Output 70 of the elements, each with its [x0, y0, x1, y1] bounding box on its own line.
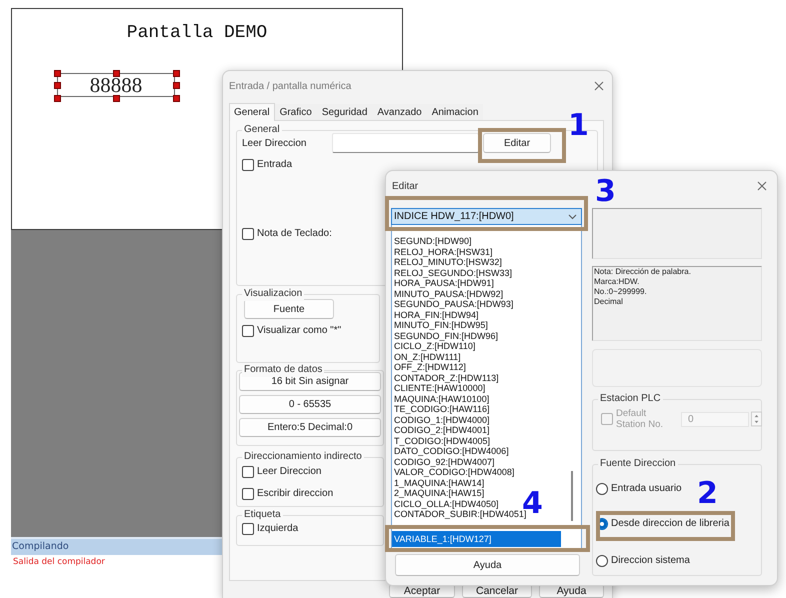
- list-item[interactable]: CODIGO_2:[HDW4001]: [392, 425, 581, 436]
- group-label: Formato de datos: [242, 363, 324, 377]
- address-dropdown[interactable]: INDICE HDW_117:[HDW0]: [391, 208, 582, 225]
- scrollbar-thumb[interactable]: [571, 471, 573, 521]
- list-item[interactable]: MINUTO_PAUSA:[HDW92]: [392, 288, 581, 299]
- annotation-number: 3: [595, 176, 616, 208]
- field-label: Leer Direccion: [242, 138, 308, 148]
- checkbox-label: Entrada: [257, 158, 292, 171]
- dialog-title: Editar: [392, 180, 418, 192]
- checkbox-label: Nota de Teclado:: [257, 227, 332, 240]
- list-item[interactable]: CONTADOR_Z:[HDW113]: [392, 372, 581, 383]
- address-list[interactable]: [391, 225, 582, 551]
- radio-label: Entrada usuario: [611, 482, 682, 495]
- radio-button[interactable]: [596, 554, 608, 566]
- checkbox[interactable]: [242, 158, 254, 170]
- list-item[interactable]: CLIENTE:[HAW10000]: [392, 383, 581, 394]
- help-button[interactable]: Ayuda: [395, 554, 580, 576]
- group-label: Etiqueta: [242, 508, 283, 522]
- list-item[interactable]: MINUTO_FIN:[HDW95]: [392, 320, 581, 330]
- checkbox-label: Default Station No.: [616, 408, 664, 430]
- checkbox-label: Visualizar como "*": [257, 324, 342, 337]
- radio-button[interactable]: [596, 482, 608, 494]
- checkbox[interactable]: [242, 466, 254, 478]
- list-item[interactable]: ON_Z:[HDW111]: [392, 352, 581, 362]
- checkbox-label: Escribir direccion: [257, 487, 334, 500]
- list-item[interactable]: SEGUNDO_FIN:[HDW96]: [392, 330, 581, 341]
- checkbox-label: Leer Direccion: [257, 465, 322, 478]
- address-note: Nota: Dirección de palabra. Marca:HDW. No.:0~299999. Decimal: [592, 266, 762, 341]
- tab[interactable]: General: [229, 103, 275, 121]
- list-item[interactable]: MAQUINA:[HAW10100]: [392, 394, 581, 404]
- list-item[interactable]: HORA_FIN:[HDW94]: [392, 310, 581, 320]
- close-icon[interactable]: [757, 181, 767, 191]
- dialog-title: Entrada / pantalla numérica: [229, 80, 352, 92]
- screen-title: Pantalla DEMO: [126, 22, 268, 44]
- checkbox-label: Izquierda: [257, 522, 298, 535]
- list-item[interactable]: RELOJ_MINUTO:[HSW32]: [392, 257, 581, 268]
- close-icon[interactable]: [594, 81, 604, 91]
- chevron-down-icon: [568, 214, 577, 220]
- checkbox[interactable]: [242, 488, 254, 500]
- radio-label: Direccion sistema: [611, 554, 690, 567]
- list-item[interactable]: T_CODIGO:[HDW4005]: [392, 436, 581, 446]
- list-item[interactable]: RELOJ_HORA:[HSW31]: [392, 246, 581, 257]
- font-button[interactable]: Fuente: [244, 299, 334, 319]
- list-item[interactable]: SEGUND:[HDW90]: [392, 236, 581, 246]
- list-item[interactable]: OFF_Z:[HDW112]: [392, 362, 581, 372]
- list-item[interactable]: DATO_CODIGO:[HDW4006]: [392, 446, 581, 456]
- compiler-message: Salida del compilador: [12, 556, 106, 569]
- address-field[interactable]: [332, 133, 479, 153]
- list-item[interactable]: 1_MAQUINA:[HAW14]: [392, 478, 581, 488]
- checkbox[interactable]: [242, 324, 254, 336]
- list-item[interactable]: CODIGO_1:[HDW4000]: [392, 414, 581, 425]
- list-item[interactable]: VARIABLE_1:[HDW127]: [392, 531, 561, 547]
- edit-button[interactable]: Editar: [483, 133, 551, 153]
- checkbox[interactable]: [242, 522, 254, 534]
- list-item[interactable]: SEGUNDO_PAUSA:[HDW93]: [392, 299, 581, 310]
- annotation-number: 1: [568, 110, 589, 142]
- list-item[interactable]: VALOR_CODIGO:[HDW4008]: [392, 467, 581, 478]
- format-button[interactable]: Entero:5 Decimal:0: [239, 418, 381, 437]
- list-item[interactable]: CICLO_Z:[HDW110]: [392, 341, 581, 352]
- list-item[interactable]: HORA_PAUSA:[HDW91]: [392, 278, 581, 288]
- annotation-number: 2: [697, 478, 718, 510]
- spin-button[interactable]: [750, 411, 762, 427]
- list-item[interactable]: CODIGO_92:[HDW4007]: [392, 456, 581, 467]
- checkbox[interactable]: [242, 228, 254, 240]
- radio-label: Desde direccion de libreria: [611, 517, 730, 530]
- list-item[interactable]: TE_CODIGO:[HAW116]: [392, 404, 581, 414]
- numeric-display[interactable]: 88888: [54, 70, 178, 100]
- list-item[interactable]: RELOJ_SEGUNDO:[HSW33]: [392, 268, 581, 278]
- group-label: Visualizacion: [242, 287, 304, 301]
- format-button[interactable]: 0 - 65535: [239, 395, 381, 414]
